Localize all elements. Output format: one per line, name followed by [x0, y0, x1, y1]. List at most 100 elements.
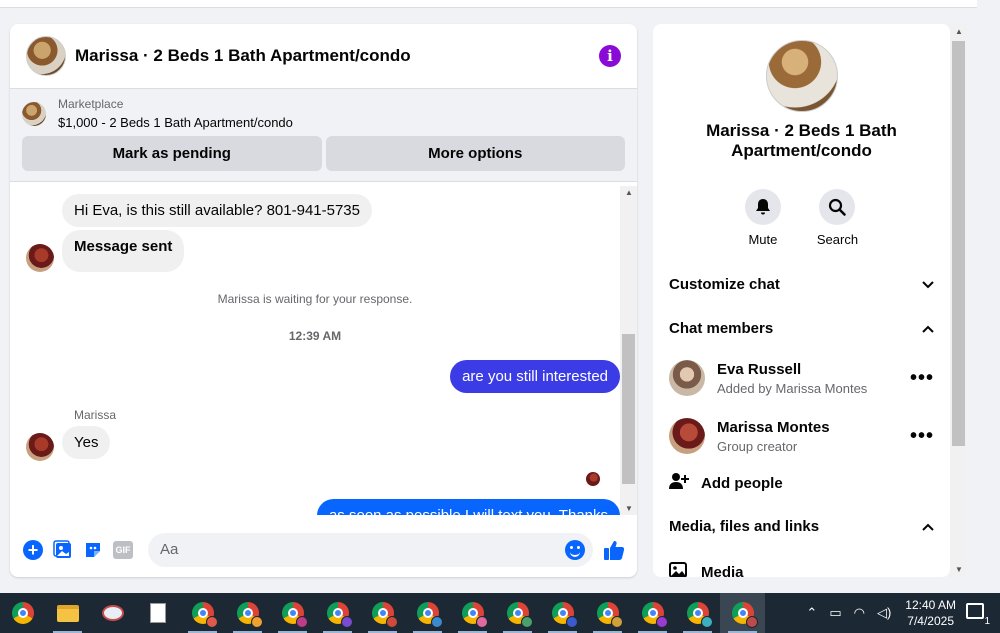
image-icon	[669, 562, 687, 577]
taskbar: ⌃ ▭ ◠ ◁) 12:40 AM 7/4/2025 1	[0, 593, 1000, 633]
chrome-profile-icon[interactable]	[630, 593, 675, 633]
conversation-avatar[interactable]	[766, 40, 838, 112]
sender-avatar[interactable]	[26, 433, 54, 461]
member-name: Eva Russell	[717, 360, 802, 378]
chrome-taskbar-icon[interactable]	[0, 593, 45, 633]
mark-as-pending-button[interactable]: Mark as pending	[22, 136, 322, 171]
chrome-profile-icon[interactable]	[360, 593, 405, 633]
message-bubble[interactable]: Message sent	[62, 230, 185, 272]
chrome-profile-icon[interactable]	[315, 593, 360, 633]
member-role: Group creator	[717, 438, 798, 454]
chat-avatar[interactable]	[26, 36, 66, 76]
conversation-title: Marissa · 2 Beds 1 Bath Apartment/condo	[706, 121, 897, 160]
sender-name: Marissa	[74, 408, 117, 422]
member-name: Marissa Montes	[717, 418, 830, 436]
seen-indicator-avatar	[586, 472, 600, 486]
document-icon[interactable]	[135, 593, 180, 633]
add-people-label: Add people	[701, 474, 783, 492]
conversation-details-panel: Marissa · 2 Beds 1 Bath Apartment/condo …	[653, 24, 950, 577]
composer: + GIF	[10, 527, 637, 572]
notification-icon[interactable]: 1	[966, 603, 990, 627]
volume-icon[interactable]: ◁)	[877, 605, 891, 621]
clock[interactable]: 12:40 AM 7/4/2025	[905, 597, 956, 629]
chrome-profile-icon[interactable]	[495, 593, 540, 633]
message-input-wrapper[interactable]	[148, 532, 593, 567]
timestamp: 12:39 AM	[288, 329, 342, 343]
bell-icon[interactable]	[744, 189, 781, 225]
add-person-icon	[669, 472, 689, 494]
file-explorer-icon[interactable]	[45, 593, 90, 633]
battery-icon[interactable]: ▭	[829, 605, 841, 621]
paint-icon[interactable]	[90, 593, 135, 633]
chevron-up-icon[interactable]	[922, 518, 934, 535]
plus-icon[interactable]: +	[22, 539, 44, 561]
sticker-icon[interactable]	[82, 539, 104, 561]
scroll-down-arrow-icon[interactable]: ▼	[955, 565, 963, 574]
gif-icon[interactable]: GIF	[112, 539, 134, 561]
chrome-profile-icon[interactable]	[405, 593, 450, 633]
system-tray: ⌃ ▭ ◠ ◁) 12:40 AM 7/4/2025 1	[800, 593, 1000, 633]
add-people-button[interactable]: Add people	[669, 472, 783, 494]
wifi-icon[interactable]: ◠	[854, 605, 865, 621]
member-role: Added by Marissa Montes	[717, 380, 868, 396]
chat-header: Marissa · 2 Beds 1 Bath Apartment/condo …	[10, 24, 637, 89]
customize-chat-label: Customize chat	[669, 276, 780, 293]
mute-label: Mute	[748, 232, 778, 247]
chat-panel: Marissa · 2 Beds 1 Bath Apartment/condo …	[10, 24, 637, 577]
chat-title[interactable]: Marissa · 2 Beds 1 Bath Apartment/condo	[75, 46, 411, 66]
more-icon[interactable]: •••	[910, 425, 934, 448]
chat-members-section[interactable]: Chat members	[669, 320, 934, 337]
thumbs-up-icon[interactable]	[603, 539, 625, 561]
chevron-up-icon[interactable]	[922, 320, 934, 337]
search-icon[interactable]	[819, 189, 856, 225]
search-button[interactable]: Search	[817, 189, 858, 247]
message-input[interactable]	[160, 541, 565, 558]
customize-chat-section[interactable]: Customize chat	[669, 276, 934, 293]
member-avatar[interactable]	[669, 360, 705, 396]
top-strip	[0, 0, 977, 8]
more-icon[interactable]: •••	[910, 367, 934, 390]
more-options-button[interactable]: More options	[325, 136, 625, 171]
chrome-profile-icon[interactable]	[180, 593, 225, 633]
waiting-notice: Marissa is waiting for your response.	[217, 292, 413, 306]
chevron-down-icon[interactable]	[922, 276, 934, 293]
scroll-thumb[interactable]	[952, 41, 965, 446]
chat-members-label: Chat members	[669, 320, 774, 337]
sender-avatar[interactable]	[26, 244, 54, 272]
scroll-thumb[interactable]	[622, 334, 635, 484]
chrome-profile-icon[interactable]	[450, 593, 495, 633]
mute-button[interactable]: Mute	[744, 189, 781, 247]
scroll-up-arrow-icon[interactable]: ▲	[625, 188, 633, 197]
clock-date: 7/4/2025	[907, 614, 954, 628]
listing-thumbnail[interactable]	[22, 101, 46, 126]
scroll-up-arrow-icon[interactable]: ▲	[955, 27, 963, 36]
chrome-profile-icon-active[interactable]	[720, 593, 765, 633]
notification-count: 1	[984, 616, 990, 627]
chrome-profile-icon[interactable]	[540, 593, 585, 633]
media-item[interactable]: Media	[669, 562, 744, 577]
message-bubble-outgoing[interactable]: are you still interested	[450, 360, 620, 393]
message-bubble[interactable]: Hi Eva, is this still available? 801-941…	[62, 194, 372, 227]
member-avatar[interactable]	[669, 418, 705, 454]
media-label: Media	[701, 563, 744, 578]
message-list[interactable]: Hi Eva, is this still available? 801-941…	[10, 186, 620, 515]
listing-title[interactable]: $1,000 - 2 Beds 1 Bath Apartment/condo	[58, 115, 293, 130]
member-row[interactable]: Eva Russell Added by Marissa Montes •••	[669, 358, 934, 398]
chevron-up-icon[interactable]: ⌃	[806, 605, 817, 621]
media-files-links-section[interactable]: Media, files and links	[669, 518, 934, 535]
chat-scrollbar[interactable]: ▲ ▼	[620, 186, 637, 515]
info-icon[interactable]: i	[599, 45, 621, 67]
scroll-down-arrow-icon[interactable]: ▼	[625, 504, 633, 513]
member-row[interactable]: Marissa Montes Group creator •••	[669, 416, 934, 456]
chrome-profile-icon[interactable]	[675, 593, 720, 633]
chrome-profile-icon[interactable]	[585, 593, 630, 633]
details-scrollbar[interactable]: ▲ ▼	[950, 24, 967, 577]
photo-icon[interactable]	[52, 539, 74, 561]
search-label: Search	[816, 232, 859, 247]
chrome-profile-icon[interactable]	[270, 593, 315, 633]
media-files-links-label: Media, files and links	[669, 518, 820, 535]
message-bubble-outgoing[interactable]: as soon as possible I will text you. Tha…	[316, 499, 620, 515]
message-bubble[interactable]: Yes	[62, 426, 111, 459]
emoji-icon[interactable]	[565, 539, 585, 560]
chrome-profile-icon[interactable]	[225, 593, 270, 633]
